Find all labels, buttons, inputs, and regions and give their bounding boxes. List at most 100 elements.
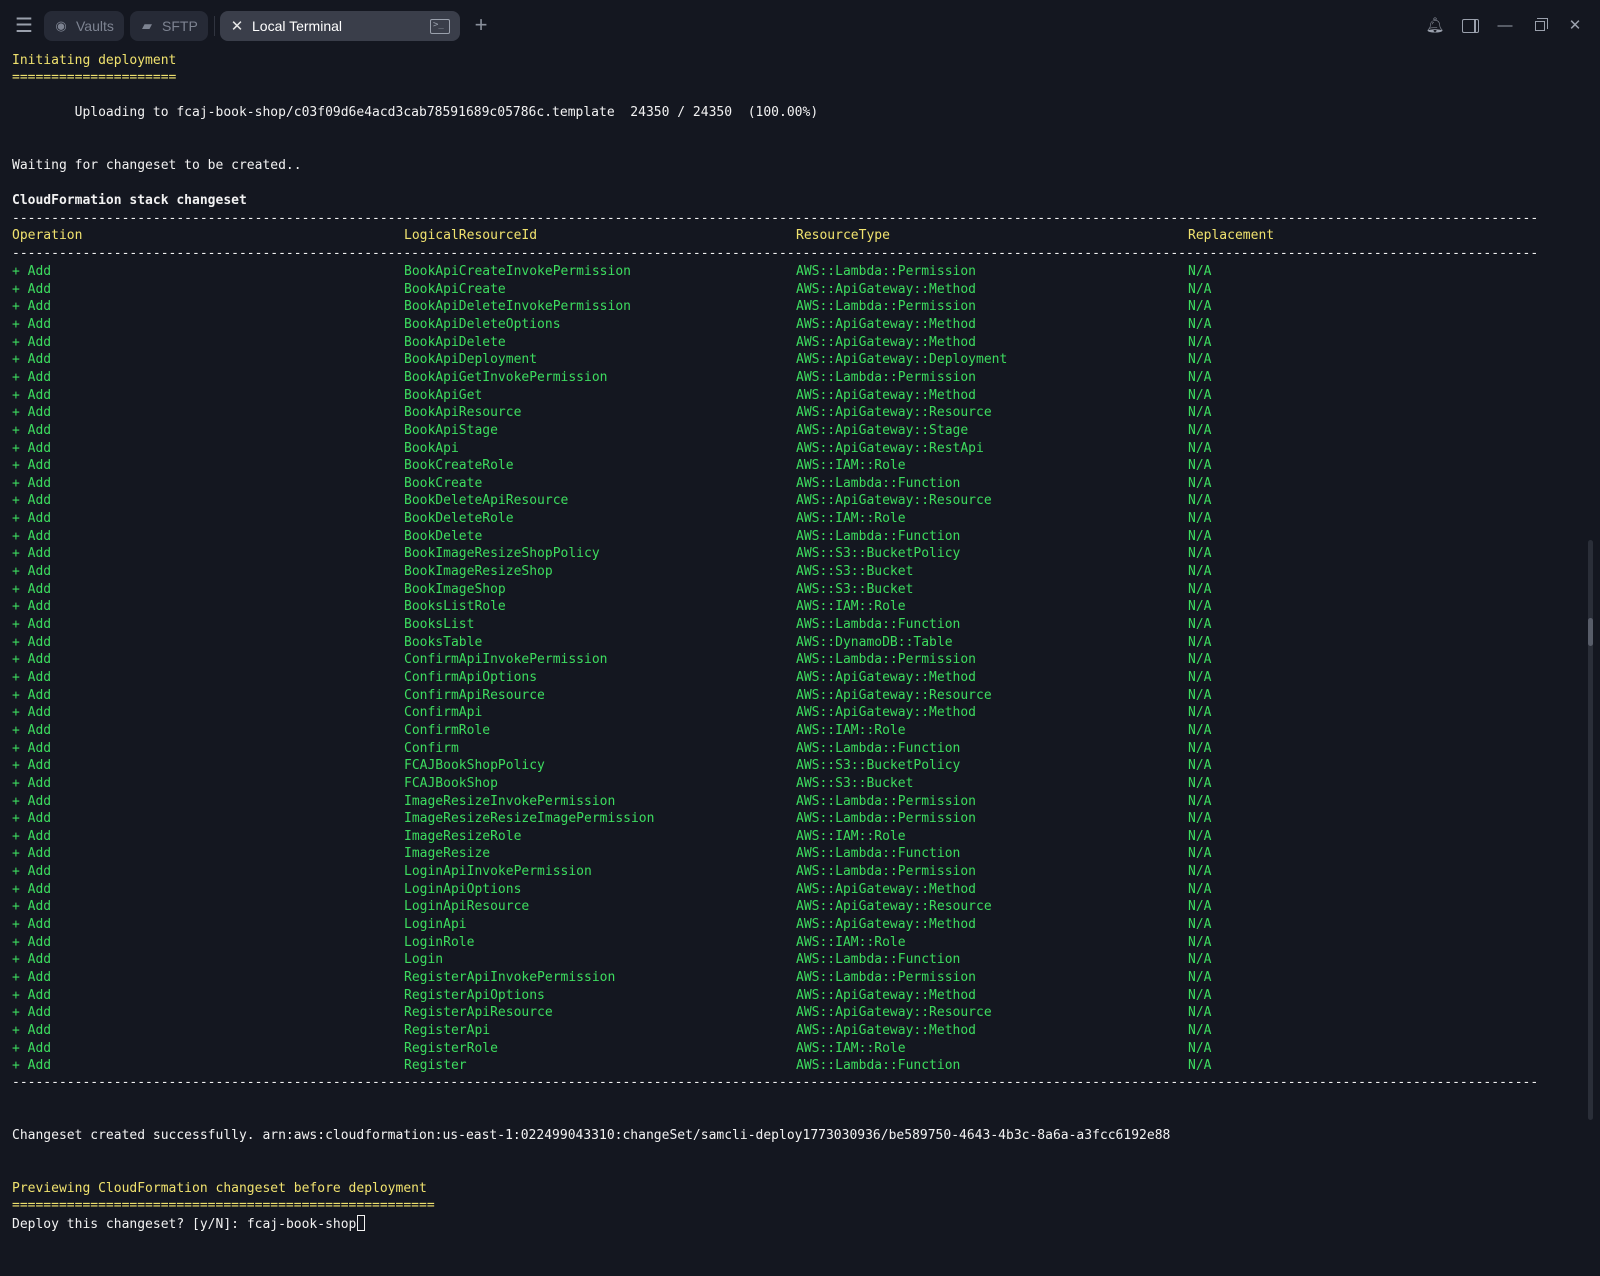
row-operation: + Add [12, 687, 52, 703]
row-operation: + Add [12, 1058, 52, 1074]
row-resource-type: AWS::ApiGateway::Resource [796, 493, 992, 509]
scrollbar-thumb[interactable] [1588, 618, 1593, 646]
row-operation: + Add [12, 793, 52, 809]
row-replacement: N/A [1188, 634, 1212, 650]
row-logical-resource-id: ConfirmApiOptions [404, 669, 538, 685]
row-resource-type: AWS::Lambda::Function [796, 475, 961, 491]
new-tab-plus-icon[interactable]: + [470, 12, 492, 38]
row-resource-type: AWS::ApiGateway::Stage [796, 422, 969, 438]
row-resource-type: AWS::ApiGateway::Method [796, 917, 977, 933]
row-logical-resource-id: RegisterApiResource [404, 1005, 553, 1021]
table-row: + Add BooksListRole AWS::IAM::Role N/A [12, 598, 1572, 616]
row-replacement: N/A [1188, 493, 1212, 509]
row-resource-type: AWS::Lambda::Function [796, 1058, 961, 1074]
row-resource-type: AWS::S3::Bucket [796, 564, 914, 580]
prompt-input[interactable]: fcaj-book-shop [247, 1217, 357, 1232]
row-logical-resource-id: Register [404, 1058, 467, 1074]
row-operation: + Add [12, 264, 52, 279]
row-logical-resource-id: ImageResize [404, 846, 491, 862]
row-operation: + Add [12, 422, 52, 438]
notification-bell-icon[interactable]: 🔔︎ [1423, 14, 1447, 38]
row-logical-resource-id: LoginApi [404, 917, 467, 933]
row-resource-type: AWS::IAM::Role [796, 934, 906, 950]
row-logical-resource-id: BookCreateRole [404, 458, 514, 474]
row-resource-type: AWS::Lambda::Function [796, 617, 961, 632]
window-close-icon[interactable]: ✕ [1563, 14, 1587, 38]
tab-local-terminal[interactable]: ✕ Local Terminal >_ [220, 11, 460, 41]
table-row: + Add BookDelete AWS::Lambda::Function N/A [12, 528, 1572, 546]
changeset-success-line: Changeset created successfully. arn:aws:… [12, 1128, 1171, 1143]
table-row: + Add FCAJBookShop AWS::S3::Bucket N/A [12, 775, 1572, 793]
close-icon[interactable]: ✕ [230, 17, 244, 35]
table-row: + Add BookApiGetInvokePermission AWS::Lamb… [12, 369, 1572, 387]
section-previewing: Previewing CloudFormation changeset befo… [12, 1181, 427, 1196]
row-replacement: N/A [1188, 564, 1212, 580]
row-operation: + Add [12, 599, 52, 615]
row-replacement: N/A [1188, 1022, 1212, 1038]
row-logical-resource-id: ConfirmRole [404, 722, 491, 738]
row-operation: + Add [12, 1040, 52, 1056]
table-row: + Add BookApi AWS::ApiGateway::RestApi N/A [12, 440, 1572, 458]
minimize-icon[interactable]: — [1493, 14, 1517, 38]
terminal-output[interactable]: Initiating deployment ==================… [12, 52, 1572, 1276]
row-replacement: N/A [1188, 617, 1212, 632]
tab-vaults[interactable]: ◉ Vaults [44, 11, 124, 41]
row-operation: + Add [12, 846, 52, 862]
row-operation: + Add [12, 493, 52, 509]
row-logical-resource-id: BookApiCreate [404, 281, 506, 297]
table-row: + Add RegisterApiResource AWS::ApiGateway:… [12, 1004, 1572, 1022]
row-operation: + Add [12, 299, 52, 315]
row-replacement: N/A [1188, 793, 1212, 809]
table-header-row: Operation LogicalResourceId ResourceType… [12, 227, 1572, 245]
row-replacement: N/A [1188, 758, 1212, 774]
row-replacement: N/A [1188, 599, 1212, 615]
tab-label: SFTP [162, 18, 198, 34]
header-resource-type: ResourceType [796, 228, 890, 243]
table-row: + Add BooksList AWS::Lambda::Function N/A [12, 616, 1572, 634]
row-resource-type: AWS::ApiGateway::Method [796, 387, 977, 403]
row-operation: + Add [12, 369, 52, 385]
row-operation: + Add [12, 881, 52, 897]
row-resource-type: AWS::IAM::Role [796, 1040, 906, 1056]
row-replacement: N/A [1188, 846, 1212, 862]
row-resource-type: AWS::ApiGateway::Resource [796, 1005, 992, 1021]
row-logical-resource-id: BookApiStage [404, 422, 498, 438]
table-row: + Add LoginRole AWS::IAM::Role N/A [12, 934, 1572, 952]
row-operation: + Add [12, 405, 52, 421]
row-resource-type: AWS::S3::Bucket [796, 775, 914, 791]
table-row: + Add Register AWS::Lambda::Function N/A [12, 1057, 1572, 1075]
row-operation: + Add [12, 281, 52, 297]
row-resource-type: AWS::Lambda::Permission [796, 811, 977, 827]
row-replacement: N/A [1188, 775, 1212, 791]
table-row: + Add ImageResizeInvokePermission AWS::Lam… [12, 793, 1572, 811]
header-operation: Operation [12, 228, 83, 243]
row-logical-resource-id: BookImageResizeShopPolicy [404, 546, 600, 562]
row-operation: + Add [12, 564, 52, 580]
table-row: + Add RegisterApiOptions AWS::ApiGateway::… [12, 987, 1572, 1005]
hamburger-menu-icon[interactable]: ☰ [12, 14, 36, 38]
row-resource-type: AWS::ApiGateway::Deployment [796, 352, 1008, 368]
row-replacement: N/A [1188, 422, 1212, 438]
row-replacement: N/A [1188, 687, 1212, 703]
row-resource-type: AWS::S3::BucketPolicy [796, 546, 961, 562]
row-operation: + Add [12, 828, 52, 844]
row-logical-resource-id: BooksList [404, 617, 475, 632]
row-logical-resource-id: BookDeleteRole [404, 511, 514, 527]
row-resource-type: AWS::Lambda::Permission [796, 299, 977, 315]
tab-label: Vaults [76, 18, 114, 34]
row-operation: + Add [12, 987, 52, 1003]
row-resource-type: AWS::S3::BucketPolicy [796, 758, 961, 774]
row-logical-resource-id: BookApi [404, 440, 459, 456]
row-replacement: N/A [1188, 828, 1212, 844]
section-underline-preview: ========================================… [12, 1198, 435, 1213]
restore-window-icon[interactable] [1528, 14, 1552, 38]
vault-icon: ◉ [55, 18, 67, 33]
row-logical-resource-id: BooksTable [404, 634, 483, 650]
row-logical-resource-id: RegisterApiInvokePermission [404, 970, 616, 985]
table-row: + Add ConfirmApiOptions AWS::ApiGateway::M… [12, 669, 1572, 687]
side-panel-toggle-icon[interactable] [1458, 14, 1482, 38]
table-row: + Add BookApiDeleteInvokePermission AWS::L… [12, 298, 1572, 316]
tab-sftp[interactable]: ▰ SFTP [130, 11, 208, 41]
row-logical-resource-id: RegisterApi [404, 1022, 491, 1038]
row-resource-type: AWS::Lambda::Permission [796, 793, 977, 809]
